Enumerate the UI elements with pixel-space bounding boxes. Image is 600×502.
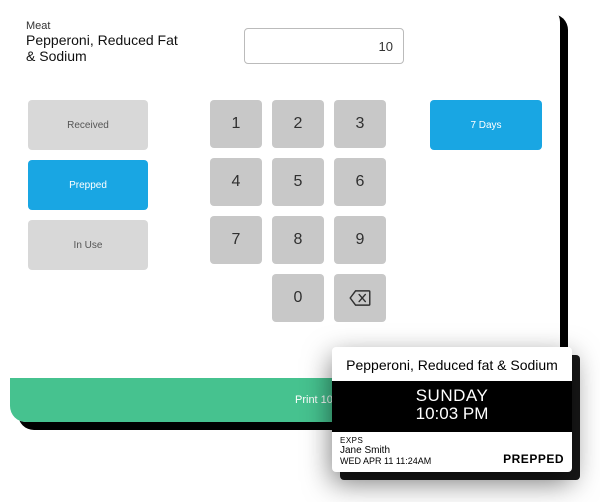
keypad-5[interactable]: 5 (272, 158, 324, 206)
keypad-6[interactable]: 6 (334, 158, 386, 206)
keypad-8[interactable]: 8 (272, 216, 324, 264)
keypad-3[interactable]: 3 (334, 100, 386, 148)
keypad-0[interactable]: 0 (272, 274, 324, 322)
keypad-backspace[interactable] (334, 274, 386, 322)
numeric-keypad: 1 2 3 4 5 6 7 8 9 0 (210, 100, 386, 322)
keypad-2[interactable]: 2 (272, 100, 324, 148)
printed-label-preview: Pepperoni, Reduced fat & Sodium SUNDAY 1… (332, 347, 572, 472)
label-expiry-block: SUNDAY 10:03 PM (332, 381, 572, 432)
label-expiry-day: SUNDAY (336, 387, 568, 404)
status-inuse-button[interactable]: In Use (28, 220, 148, 270)
label-exps-label: EXPS (340, 436, 564, 445)
status-received-button[interactable]: Received (28, 100, 148, 150)
status-prepped-button[interactable]: Prepped (28, 160, 148, 210)
shelf-life-button[interactable]: 7 Days (430, 100, 542, 150)
keypad-1[interactable]: 1 (210, 100, 262, 148)
keypad-7[interactable]: 7 (210, 216, 262, 264)
product-name: Pepperoni, Reduced Fat & Sodium (26, 32, 186, 64)
backspace-icon (349, 290, 371, 306)
keypad-9[interactable]: 9 (334, 216, 386, 264)
label-status: PREPPED (503, 452, 564, 466)
right-column: 7 Days (430, 100, 542, 150)
label-footer: EXPS Jane Smith WED APR 11 11:24AM PREPP… (332, 432, 572, 472)
status-column: Received Prepped In Use (28, 100, 148, 270)
label-expiry-time: 10:03 PM (336, 404, 568, 424)
quantity-input[interactable] (244, 28, 404, 64)
label-product-title: Pepperoni, Reduced fat & Sodium (332, 347, 572, 381)
keypad-4[interactable]: 4 (210, 158, 262, 206)
